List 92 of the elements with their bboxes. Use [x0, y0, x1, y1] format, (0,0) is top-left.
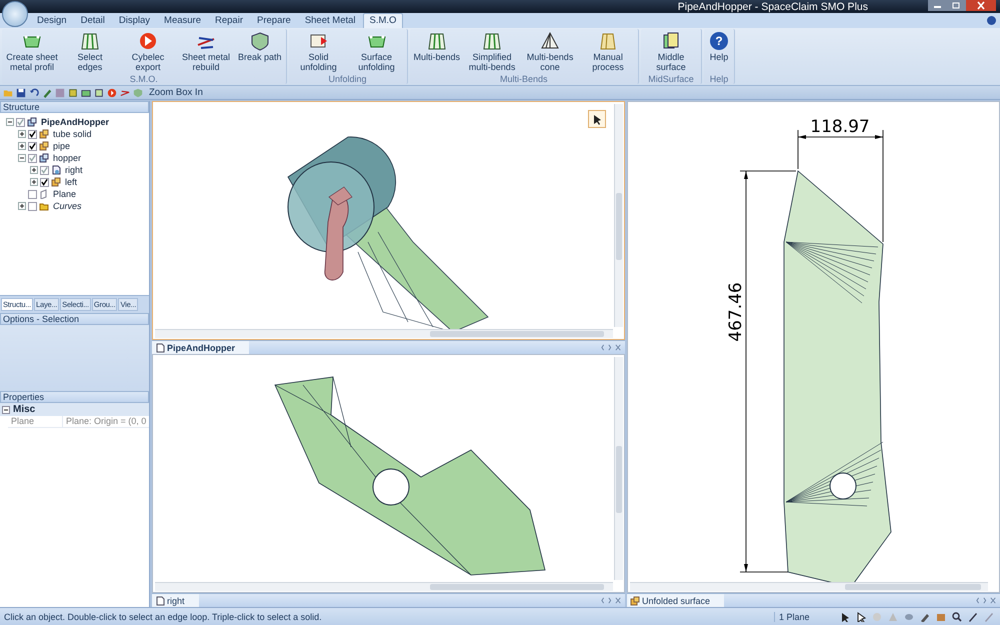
- shield-icon: [248, 31, 271, 51]
- tree-item[interactable]: hopper: [53, 153, 82, 163]
- vertical-scrollbar[interactable]: [614, 104, 623, 327]
- pointer-icon: [592, 114, 602, 124]
- expand-toggle[interactable]: [30, 178, 38, 186]
- tree-item[interactable]: right: [65, 165, 83, 175]
- property-name: Plane: [8, 416, 63, 427]
- boxes-icon: [51, 177, 61, 187]
- assembly-icon: [39, 153, 49, 163]
- save-icon[interactable]: [16, 88, 26, 98]
- horizontal-scrollbar[interactable]: [630, 582, 988, 591]
- ribbon-button[interactable]: Middle surface: [642, 29, 700, 74]
- ribbon-tab[interactable]: Display: [112, 13, 158, 28]
- expand-toggle[interactable]: [18, 142, 26, 150]
- ribbon-tab[interactable]: Sheet Metal: [298, 13, 363, 28]
- bent-sheet-icon: [481, 31, 504, 51]
- group-label: S.M.O.: [128, 74, 159, 84]
- tree-item[interactable]: Curves: [53, 201, 82, 211]
- property-value: Plane: Origin = (0, 0: [65, 416, 148, 427]
- ribbon-button[interactable]: ? Help: [705, 29, 734, 74]
- help-icon: ?: [708, 31, 730, 51]
- tree-item[interactable]: left: [65, 177, 78, 187]
- play-circle-icon: [137, 31, 159, 51]
- height-dimension: 467.46: [726, 282, 746, 342]
- ribbon-button[interactable]: Sheet metal rebuild: [177, 29, 235, 74]
- minimize-icon[interactable]: [928, 0, 947, 11]
- ribbon-button[interactable]: Multi-bends: [410, 29, 464, 74]
- document-tab[interactable]: PipeAndHopper: [152, 341, 250, 354]
- ribbon-tab[interactable]: S.M.O: [362, 13, 404, 28]
- pen-icon[interactable]: [920, 612, 930, 622]
- expand-toggle[interactable]: [30, 166, 38, 174]
- swatch-icon[interactable]: [55, 88, 65, 98]
- ribbon-tab[interactable]: Measure: [157, 13, 208, 28]
- width-dimension: 118.97: [810, 117, 870, 137]
- horizontal-scrollbar[interactable]: [155, 582, 613, 591]
- component-icon: [51, 165, 61, 175]
- collapse-toggle[interactable]: [2, 406, 10, 414]
- panel-title: Structure: [3, 102, 40, 112]
- document-tab[interactable]: right: [152, 594, 199, 607]
- play-circle-icon[interactable]: [107, 88, 117, 98]
- undo-icon[interactable]: [29, 88, 39, 98]
- document-tab[interactable]: Unfolded surface: [627, 594, 724, 607]
- panel-title: Properties: [3, 392, 44, 402]
- ribbon-button[interactable]: Create sheet metal profil: [3, 29, 61, 74]
- cone-icon: [539, 31, 562, 51]
- tree-item[interactable]: PipeAndHopper: [41, 117, 110, 127]
- close-icon[interactable]: [966, 0, 996, 11]
- selection-count: 1 Plane: [774, 612, 834, 622]
- expand-toggle[interactable]: [18, 202, 26, 210]
- property-category: Misc: [13, 404, 36, 415]
- visibility-checkbox[interactable]: [28, 190, 37, 198]
- magnifier-icon[interactable]: [952, 612, 962, 622]
- ribbon-button[interactable]: Manual process: [579, 29, 638, 74]
- ribbon-button[interactable]: Solid unfolding: [290, 29, 348, 74]
- ribbon-tab[interactable]: Prepare: [250, 13, 298, 28]
- ribbon-button[interactable]: Cybelec export: [119, 29, 177, 74]
- group-label: Unfolding: [328, 74, 368, 84]
- group-label: MidSurface: [647, 74, 695, 84]
- visibility-checkbox[interactable]: [28, 202, 37, 210]
- window-title: PipeAndHopper - SpaceClaim SMO Plus: [678, 0, 868, 12]
- select-tool-button[interactable]: [588, 110, 606, 128]
- restore-icon[interactable]: [947, 0, 966, 11]
- tree-item[interactable]: pipe: [53, 141, 70, 151]
- ribbon-button[interactable]: Multi-bends cone: [521, 29, 580, 74]
- group-label: Multi-Bends: [499, 74, 549, 84]
- ribbon-button[interactable]: Select edges: [61, 29, 119, 74]
- folder-icon: [39, 201, 49, 211]
- bent-sheet-icon: [79, 31, 101, 51]
- tree-item[interactable]: Plane: [53, 189, 76, 199]
- horizontal-scrollbar[interactable]: [155, 329, 613, 338]
- assembly-icon: [27, 117, 37, 127]
- boxes-icon: [630, 596, 640, 606]
- zoom-box-in-button[interactable]: Zoom Box In: [149, 87, 203, 98]
- vertical-scrollbar[interactable]: [614, 357, 623, 580]
- ribbon-tab[interactable]: Detail: [74, 13, 112, 28]
- status-message: Click an object. Double-click to select an edge loop. Triple-click to select a solid.: [3, 612, 323, 622]
- panel-title: Options - Selection: [3, 314, 80, 324]
- bent-sheet-icon: [426, 31, 448, 51]
- ribbon-button[interactable]: Simplified multi-bends: [463, 29, 522, 74]
- plane-icon: [39, 189, 49, 199]
- expand-toggle[interactable]: [18, 130, 26, 138]
- ribbon-button[interactable]: Break path: [235, 29, 285, 74]
- box-icon[interactable]: [936, 612, 946, 622]
- group-label: Help: [708, 74, 730, 84]
- collapse-toggle[interactable]: [6, 118, 14, 126]
- ribbon-tab[interactable]: Repair: [208, 13, 250, 28]
- collapse-toggle[interactable]: [18, 154, 26, 162]
- box-icon[interactable]: [68, 88, 78, 98]
- app-logo-icon[interactable]: [2, 1, 28, 27]
- ribbon-tab[interactable]: Design: [30, 13, 74, 28]
- ribbon-button[interactable]: Surface unfolding: [348, 29, 406, 74]
- tree-item[interactable]: tube solid: [53, 129, 92, 139]
